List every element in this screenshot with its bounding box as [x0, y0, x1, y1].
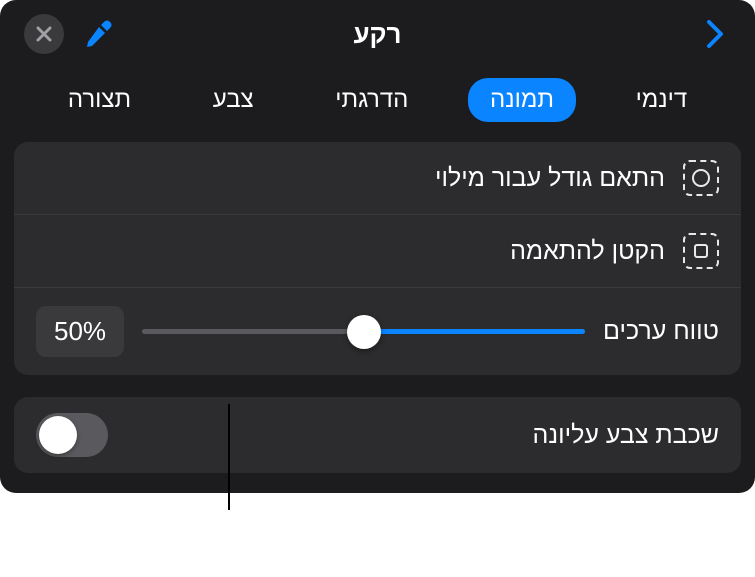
scale-to-fill-row[interactable]: התאם גודל עבור מילוי [14, 142, 741, 215]
scale-slider-label: טווח ערכים [603, 317, 719, 346]
eyedropper-button[interactable] [80, 14, 120, 54]
switch-thumb [39, 416, 77, 454]
tab-dynamic[interactable]: דינמי [614, 78, 710, 122]
background-panel: רקע תצורה צבע הדרגתי תמונה דינמי התאם גו… [0, 0, 755, 493]
close-button[interactable] [24, 14, 64, 54]
color-overlay-switch[interactable] [36, 413, 108, 457]
callout-line [228, 404, 230, 510]
overlay-section: שכבת צבע עליונה [14, 397, 741, 473]
back-button[interactable] [699, 18, 731, 50]
eyedropper-icon [84, 18, 116, 50]
panel-title: רקע [353, 19, 401, 50]
tab-image[interactable]: תמונה [468, 78, 576, 122]
tab-gradient[interactable]: הדרגתי [313, 78, 430, 122]
close-icon [35, 25, 53, 43]
scale-to-fill-label: התאם גודל עבור מילוי [36, 164, 665, 193]
chevron-right-icon [704, 18, 726, 50]
scale-to-fit-label: הקטן להתאמה [36, 237, 665, 266]
color-overlay-label: שכבת צבע עליונה [533, 421, 719, 450]
background-type-tabs: תצורה צבע הדרגתי תמונה דינמי [0, 68, 755, 142]
image-options-section: התאם גודל עבור מילוי הקטן להתאמה טווח ער… [14, 142, 741, 375]
tab-color[interactable]: צבע [191, 78, 276, 122]
tab-preset[interactable]: תצורה [46, 78, 153, 122]
scale-to-fit-row[interactable]: הקטן להתאמה [14, 215, 741, 288]
slider-thumb[interactable] [347, 315, 381, 349]
scale-value[interactable]: 50% [36, 306, 124, 357]
color-overlay-row: שכבת צבע עליונה [14, 397, 741, 473]
scale-fit-icon [683, 233, 719, 269]
scale-slider[interactable] [142, 329, 585, 334]
panel-header: רקע [0, 0, 755, 68]
slider-fill [364, 329, 586, 334]
scale-slider-row: טווח ערכים 50% [14, 288, 741, 375]
scale-fill-icon [683, 160, 719, 196]
